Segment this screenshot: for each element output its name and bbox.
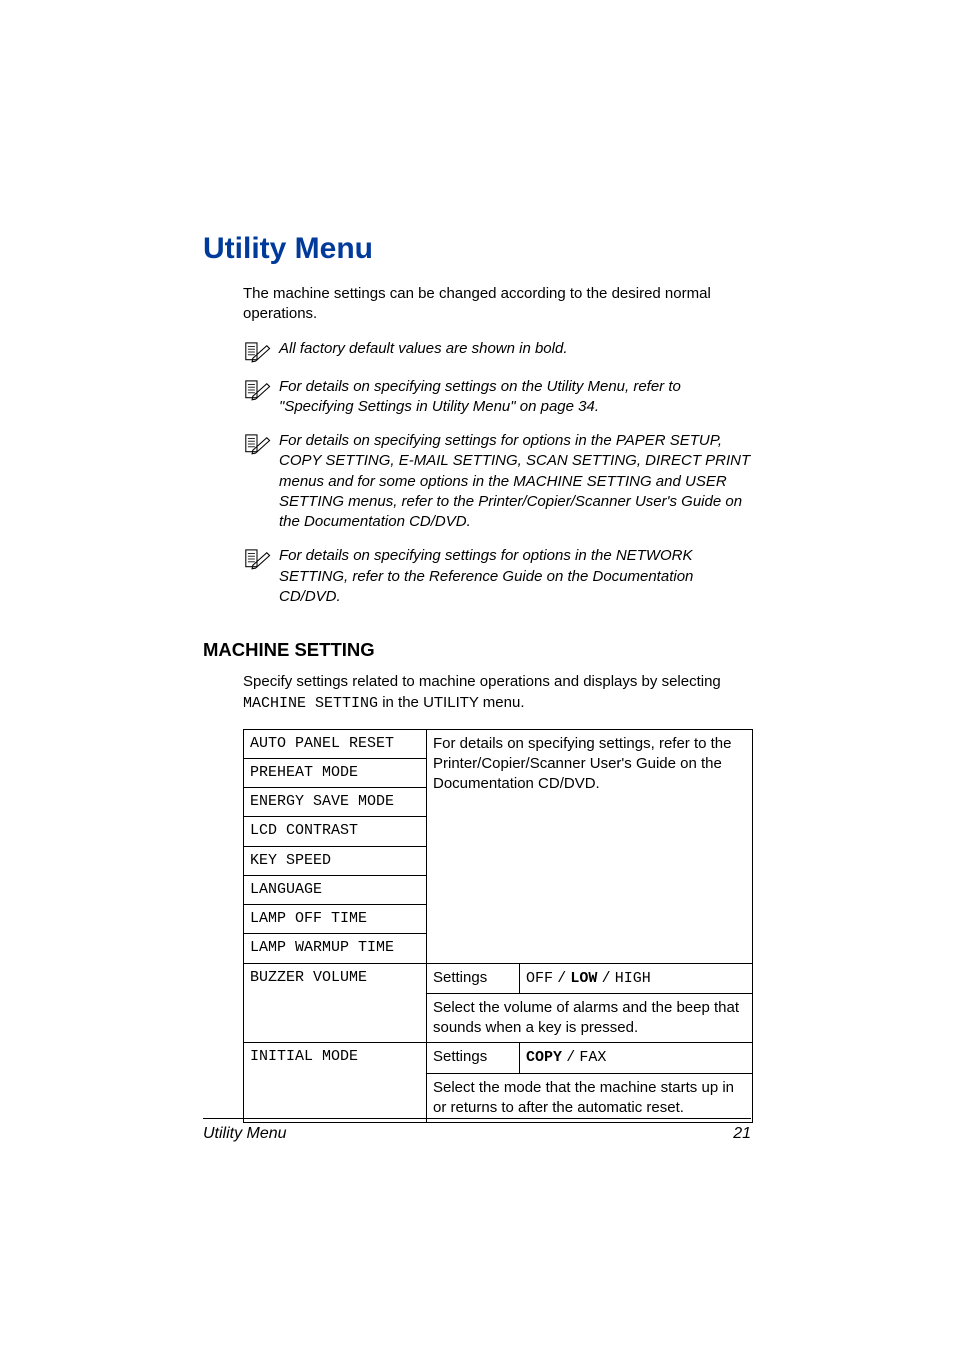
footer-rule — [203, 1118, 751, 1119]
note-icon — [243, 433, 271, 455]
setting-name: LAMP OFF TIME — [244, 905, 427, 934]
note-text: For details on specifying settings on th… — [279, 377, 751, 418]
option-default: COPY — [526, 1049, 562, 1066]
section-intro-mono: MACHINE SETTING — [243, 695, 378, 712]
option: OFF — [526, 970, 553, 987]
table-row: INITIAL MODE Settings COPY / FAX — [244, 1043, 753, 1073]
page-title: Utility Menu — [203, 232, 751, 266]
setting-options: COPY / FAX — [520, 1043, 753, 1073]
setting-name: PREHEAT MODE — [244, 758, 427, 787]
option-sep: / — [566, 1049, 575, 1066]
footer-left: Utility Menu — [203, 1125, 287, 1143]
page-content: Utility Menu The machine settings can be… — [0, 0, 954, 1123]
table-row: BUZZER VOLUME Settings OFF / LOW / HIGH — [244, 963, 753, 993]
setting-name: LANGUAGE — [244, 875, 427, 904]
note-text: All factory default values are shown in … — [279, 339, 751, 359]
setting-desc: For details on specifying settings, refe… — [427, 729, 753, 963]
note-row: For details on specifying settings for o… — [243, 546, 751, 607]
section-intro: Specify settings related to machine oper… — [243, 671, 751, 715]
setting-options: OFF / LOW / HIGH — [520, 963, 753, 993]
note-row: For details on specifying settings for o… — [243, 431, 751, 532]
setting-name: INITIAL MODE — [244, 1043, 427, 1123]
option-sep: / — [557, 970, 566, 987]
section-title: MACHINE SETTING — [203, 639, 751, 661]
note-row: For details on specifying settings on th… — [243, 377, 751, 418]
setting-name: AUTO PANEL RESET — [244, 729, 427, 758]
footer-page-number: 21 — [733, 1125, 751, 1143]
section-intro-a: Specify settings related to machine oper… — [243, 673, 721, 690]
setting-name: KEY SPEED — [244, 846, 427, 875]
settings-label: Settings — [427, 1043, 520, 1073]
setting-desc: Select the volume of alarms and the beep… — [427, 993, 753, 1043]
option: HIGH — [615, 970, 651, 987]
settings-label: Settings — [427, 963, 520, 993]
settings-table: AUTO PANEL RESET For details on specifyi… — [243, 729, 753, 1124]
note-row: All factory default values are shown in … — [243, 339, 751, 363]
option: FAX — [579, 1049, 606, 1066]
intro-paragraph: The machine settings can be changed acco… — [243, 284, 751, 325]
section-intro-b: in the UTILITY menu. — [382, 694, 524, 711]
note-text: For details on specifying settings for o… — [279, 546, 751, 607]
setting-desc: Select the mode that the machine starts … — [427, 1073, 753, 1123]
setting-name: ENERGY SAVE MODE — [244, 788, 427, 817]
option-sep: / — [602, 970, 611, 987]
setting-name: BUZZER VOLUME — [244, 963, 427, 1043]
page-footer: Utility Menu 21 — [0, 1118, 954, 1143]
setting-name: LCD CONTRAST — [244, 817, 427, 846]
option-default: LOW — [570, 970, 597, 987]
note-icon — [243, 341, 271, 363]
table-row: AUTO PANEL RESET For details on specifyi… — [244, 729, 753, 758]
note-text: For details on specifying settings for o… — [279, 431, 751, 532]
note-icon — [243, 548, 271, 570]
note-icon — [243, 379, 271, 401]
setting-name: LAMP WARMUP TIME — [244, 934, 427, 963]
